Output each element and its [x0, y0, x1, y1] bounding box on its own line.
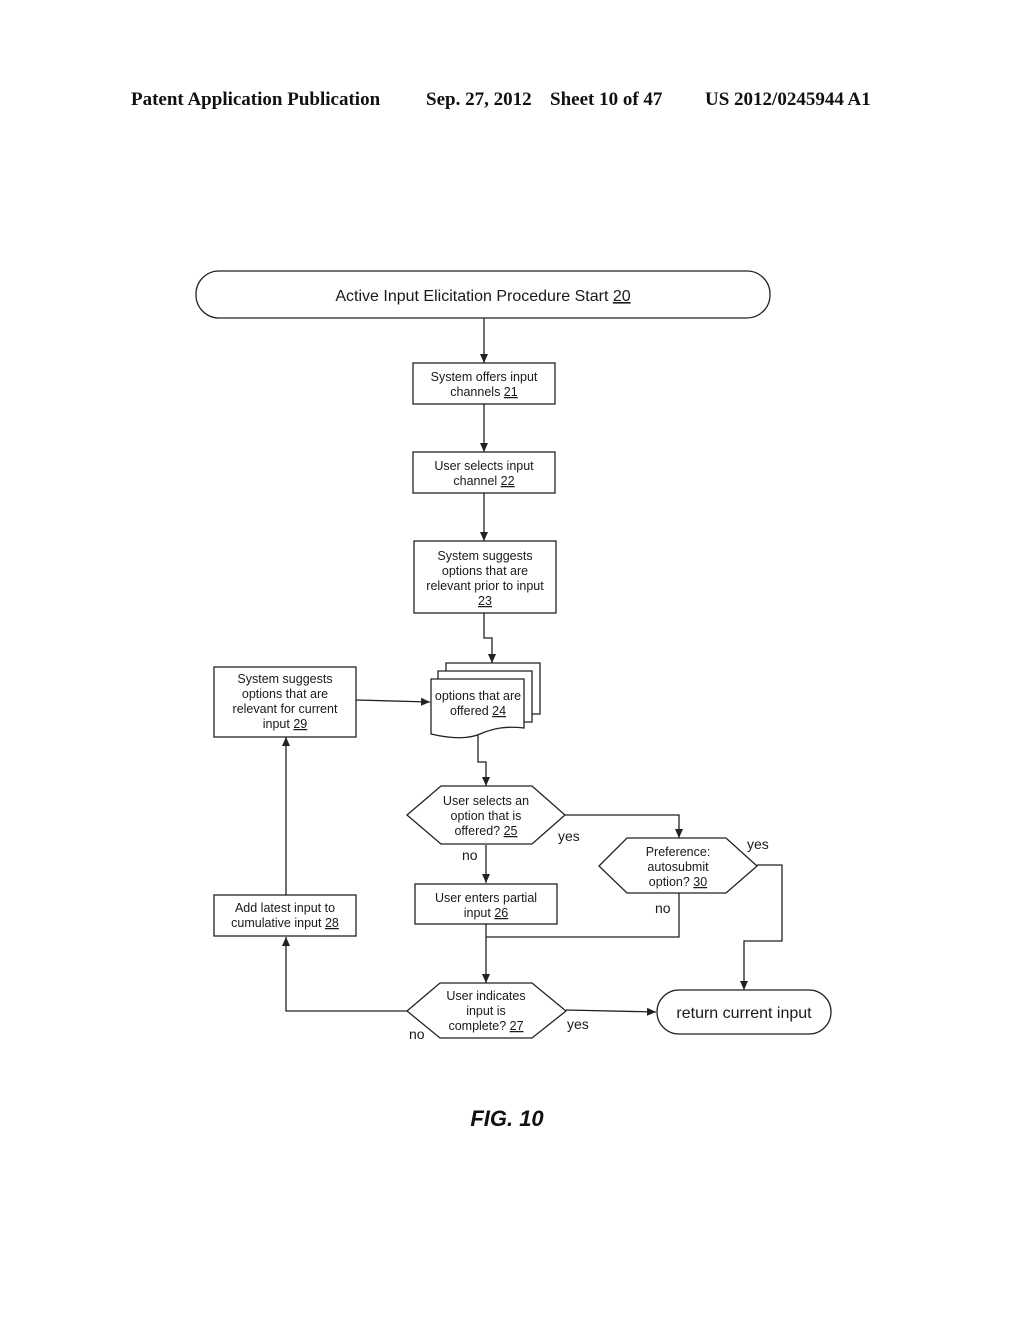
- svg-text:options that are: options that are: [242, 687, 328, 701]
- edge-27-end-yes: [565, 1007, 657, 1016]
- edge-25-30-yes: [565, 814, 683, 838]
- svg-text:Preference:: Preference:: [646, 845, 711, 859]
- svg-text:option? 30: option? 30: [649, 875, 707, 889]
- svg-text:System offers input: System offers input: [431, 370, 538, 384]
- edge-label-27-yes: yes: [567, 1016, 589, 1032]
- svg-text:23: 23: [478, 594, 492, 608]
- svg-text:autosubmit: autosubmit: [647, 860, 709, 874]
- svg-text:input 29: input 29: [263, 717, 308, 731]
- edge-label-27-no: no: [409, 1026, 425, 1042]
- decision-30: Preference: autosubmit option? 30: [598, 837, 758, 894]
- svg-text:offered 24: offered 24: [450, 704, 506, 718]
- edge-30-end-yes: [740, 864, 783, 990]
- end-label: return current input: [676, 1005, 812, 1022]
- process-box-28: Add latest input to cumulative input 28: [213, 894, 357, 937]
- svg-text:System suggests: System suggests: [237, 672, 332, 686]
- process-box-21: System offers input channels 21: [412, 362, 556, 405]
- edge-24-25: [477, 735, 490, 786]
- edge-23-24: [483, 613, 496, 663]
- process-box-22: User selects input channel 22: [412, 451, 556, 494]
- document-stack-24: options that are offered 24: [430, 662, 541, 739]
- edge-label-25-yes: yes: [558, 828, 580, 844]
- decision-25: User selects an option that is offered? …: [405, 785, 566, 845]
- svg-text:User indicates: User indicates: [446, 989, 525, 1003]
- svg-text:User selects input: User selects input: [434, 459, 534, 473]
- svg-text:input 26: input 26: [464, 906, 509, 920]
- svg-text:option that is: option that is: [451, 809, 522, 823]
- svg-text:offered? 25: offered? 25: [454, 824, 517, 838]
- edge-label-30-no: no: [655, 900, 671, 916]
- edge-29-24: [355, 697, 431, 706]
- start-label: Active Input Elicitation Procedure Start…: [335, 288, 630, 305]
- process-box-26: User enters partial input 26: [414, 883, 558, 925]
- svg-text:Add latest input to: Add latest input to: [235, 901, 335, 915]
- end-terminator: return current input: [656, 989, 832, 1035]
- svg-text:cumulative input 28: cumulative input 28: [231, 916, 339, 930]
- svg-text:options that are: options that are: [435, 689, 521, 703]
- svg-text:channels 21: channels 21: [450, 385, 517, 399]
- edge-label-30-yes: yes: [747, 836, 769, 852]
- svg-text:System suggests: System suggests: [437, 549, 532, 563]
- svg-text:relevant prior to input: relevant prior to input: [426, 579, 544, 593]
- decision-27: User indicates input is complete? 27: [405, 982, 568, 1039]
- start-terminator-20: Active Input Elicitation Procedure Start…: [195, 270, 771, 319]
- svg-text:User selects an: User selects an: [443, 794, 529, 808]
- figure-caption: FIG. 10: [470, 1106, 544, 1131]
- edge-27-28-no: [282, 937, 407, 1012]
- svg-text:User enters partial: User enters partial: [435, 891, 537, 905]
- edge-label-25-no: no: [462, 847, 478, 863]
- svg-text:channel 22: channel 22: [453, 474, 514, 488]
- svg-text:input is: input is: [466, 1004, 506, 1018]
- svg-text:relevant for current: relevant for current: [233, 702, 338, 716]
- process-box-29: System suggests options that are relevan…: [213, 666, 357, 738]
- process-box-23: System suggests options that are relevan…: [413, 540, 557, 614]
- svg-text:options that are: options that are: [442, 564, 528, 578]
- svg-text:complete? 27: complete? 27: [448, 1019, 523, 1033]
